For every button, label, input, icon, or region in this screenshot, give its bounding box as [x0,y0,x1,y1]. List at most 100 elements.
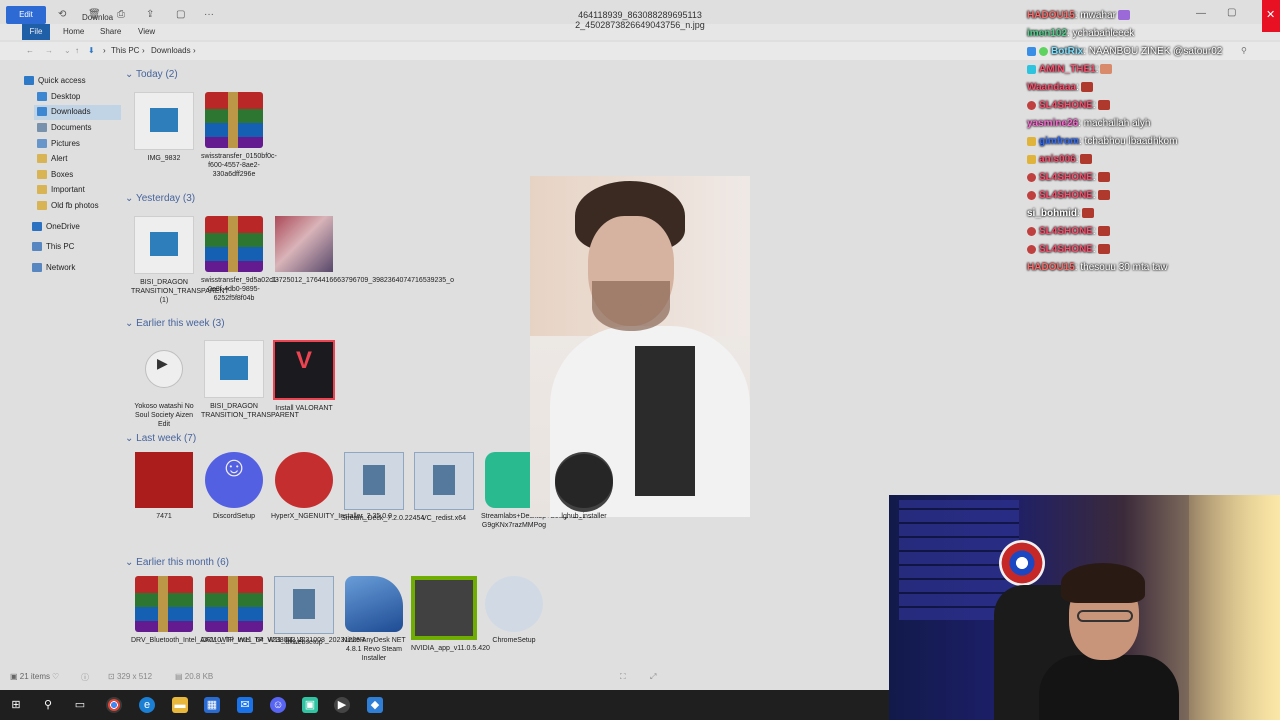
emote-icon [1080,82,1093,93]
chat-message: SL4SHONE: [1027,172,1110,183]
streamer-glasses [1077,610,1133,622]
close-button[interactable]: ✕ [1262,0,1280,32]
streamlabs-icon[interactable]: ▣ [302,697,318,713]
chat-text: : [1092,172,1096,183]
taskbar [0,690,889,720]
supporter-badge-icon [1027,136,1036,146]
chat-text: : thesouu 30 mta taw [1074,262,1168,273]
delete-icon[interactable]: 🗑 [88,9,101,20]
image-dimensions: ⊡ 329 x 512 [108,672,152,681]
emote-icon [1117,10,1130,21]
file-item[interactable]: lghub_installer [551,452,617,521]
more-options-icon[interactable]: ··· [204,9,214,20]
maximize-icon[interactable]: ▢ [1227,7,1236,18]
media-player-icon[interactable]: ▶ [334,697,350,713]
chat-text: : ychabahleeek [1067,28,1135,39]
mod-badge-icon [1027,172,1036,182]
chat-text: : mwahar [1074,10,1116,21]
chat-message: SL4SHONE: [1027,100,1110,111]
mod-badge-icon [1027,100,1036,110]
task-view-icon[interactable]: ▭ [72,697,88,713]
start-icon[interactable]: ⊞ [8,697,24,713]
streamer-hair [1061,563,1145,603]
chat-username: imen102 [1027,28,1068,39]
fullscreen-icon[interactable]: ⤢ [650,672,656,682]
share-icon[interactable]: ⇪ [146,9,154,20]
chat-username: BotRix [1051,46,1084,57]
photo-tshirt [635,346,695,496]
edge-icon[interactable]: e [139,697,155,713]
chat-text: : machallah alyh [1078,118,1151,129]
logitech-icon [555,452,613,508]
captain-america-shield [999,540,1045,586]
minimize-icon[interactable]: — [1196,8,1206,19]
chat-text: : [1095,64,1099,75]
stream-chat: HADOU15: mwahar imen102: ychabahleeek Bo… [1024,0,1280,300]
bot-badge-icon [1027,46,1036,56]
fit-to-window-icon[interactable]: ▢ [176,9,185,20]
storage-icon: ▤ [175,672,185,681]
chat-message: SL4SHONE: [1027,190,1110,201]
chat-username: Waandaaa [1027,82,1077,93]
chat-username: SL4SHONE [1039,172,1093,183]
discord-icon[interactable]: ☺ [270,697,286,713]
rotate-icon[interactable]: ⟲ [58,9,66,20]
verified-badge-icon [1039,46,1048,56]
mod-badge-icon [1027,190,1036,200]
zoom-fit-icon[interactable]: ⛶ [620,672,626,682]
chat-text: : [1077,208,1080,219]
webcam-light [1189,495,1280,720]
chat-message: si_bohmid: [1027,208,1094,219]
chat-username: SL4SHONE [1039,244,1093,255]
info-icon[interactable]: ⓘ [81,672,89,683]
chat-text: : [1075,154,1079,165]
items-count-text: 21 items [19,672,51,681]
app-icon[interactable]: ◆ [367,697,383,713]
search-icon[interactable]: ⚲ [40,697,56,713]
emote-icon [1097,190,1110,201]
edit-button[interactable]: Edit [6,6,46,24]
store-icon[interactable]: ▦ [204,697,220,713]
chat-username: SL4SHONE [1039,190,1093,201]
chat-text: : tchabhou lbaadhkom [1079,136,1178,147]
chat-text: : [1092,190,1096,201]
chat-username: gimfrom [1039,136,1079,147]
streamer-body [1039,655,1179,720]
chat-username: anis006 [1039,154,1076,165]
image-icon: ▣ [10,672,20,681]
chat-message: SL4SHONE: [1027,244,1110,255]
file-size-text: 20.8 KB [184,672,214,681]
dimensions-icon: ⊡ [108,672,117,681]
emote-icon [1097,244,1110,255]
chat-message: SL4SHONE: [1027,226,1110,237]
chat-text: : [1092,244,1096,255]
chat-username: yasmine26 [1027,118,1079,129]
favorite-icon[interactable]: ♡ [52,672,59,681]
chat-message: imen102: ychabahleeek [1027,28,1134,39]
chat-username: HADOU15 [1027,10,1075,21]
file-explorer-icon[interactable]: ▬ [172,697,188,713]
chat-message: HADOU15: mwahar [1027,10,1130,21]
close-icon: ✕ [1266,9,1276,21]
chat-text: : [1092,100,1096,111]
dimensions-text: 329 x 512 [116,672,153,681]
chat-message: AMIN_THE1: [1027,64,1113,75]
chrome-icon[interactable] [106,697,122,713]
chat-message: gimfrom: tchabhou lbaadhkom [1027,136,1177,147]
file-name: lghub_installer [561,513,607,520]
emote-icon [1100,64,1113,75]
emote-icon [1097,226,1110,237]
emote-icon [1080,154,1093,165]
chat-message: Waandaaa: [1027,82,1093,93]
supporter-badge-icon [1027,154,1036,164]
chat-username: HADOU15 [1027,262,1075,273]
print-icon[interactable]: ⎙ [117,9,125,20]
chat-message: yasmine26: machallah alyh [1027,118,1150,129]
emote-icon [1097,100,1110,111]
chat-message: HADOU15: thesouu 30 mta taw [1027,262,1168,273]
chat-text: : [1092,226,1096,237]
photo-viewer-title: 464118939_863088289695113 2_450287382664… [575,10,705,30]
chat-username: AMIN_THE1 [1039,64,1096,75]
mail-icon[interactable]: ✉ [237,697,253,713]
chat-username: SL4SHONE [1039,226,1093,237]
